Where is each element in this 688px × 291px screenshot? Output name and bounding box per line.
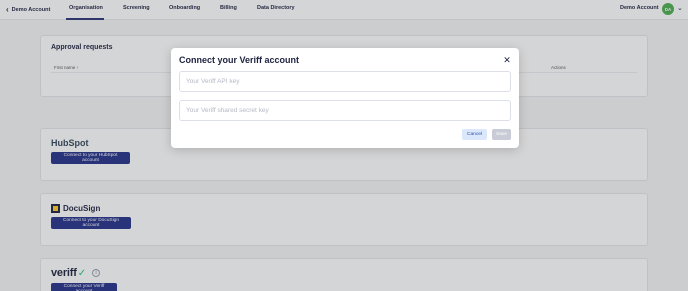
connect-veriff-modal: Connect your Veriff account ✕ Cancel Sav… [171,48,519,148]
close-icon[interactable]: ✕ [501,54,513,66]
api-key-input[interactable] [179,71,511,92]
modal-title: Connect your Veriff account [179,55,300,65]
save-button[interactable]: Save [492,129,511,140]
shared-secret-input[interactable] [179,100,511,121]
cancel-button[interactable]: Cancel [462,129,487,140]
